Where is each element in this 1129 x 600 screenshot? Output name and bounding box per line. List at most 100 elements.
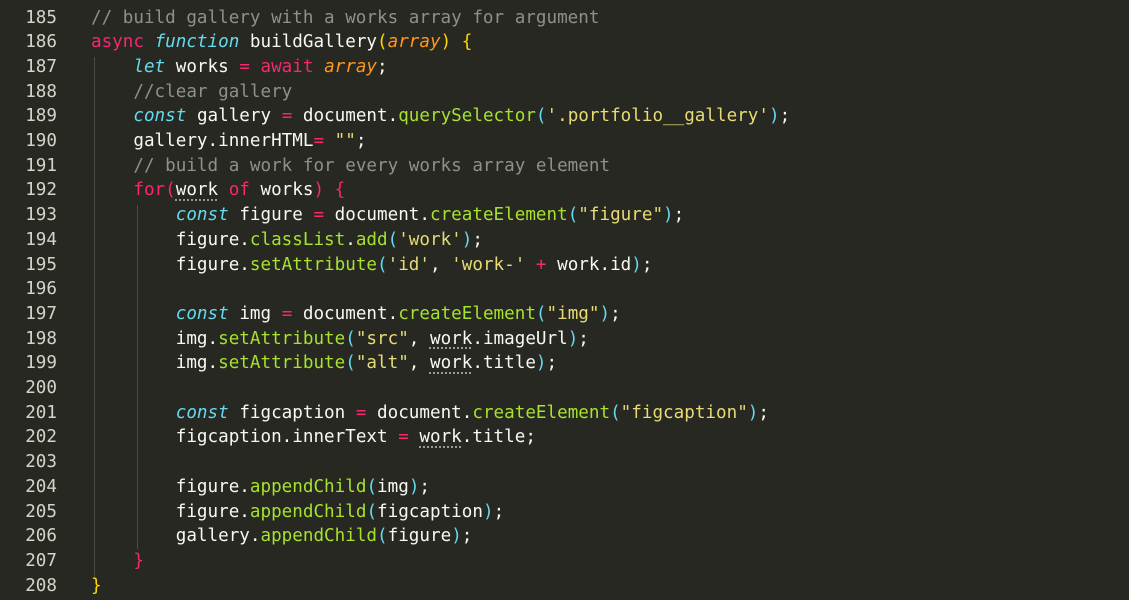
line-number: 202 bbox=[25, 427, 57, 448]
code-line[interactable]: 188 //clear gallery bbox=[0, 80, 1129, 105]
code-token: ) { bbox=[440, 32, 473, 53]
code-line[interactable]: 206 gallery.appendChild(figure); bbox=[0, 524, 1129, 549]
code-token: , bbox=[408, 328, 430, 349]
code-token: ( bbox=[610, 402, 621, 423]
line-number: 207 bbox=[25, 550, 57, 571]
code-text: figcaption.innerText = work.title; bbox=[91, 425, 536, 450]
code-token: "img" bbox=[546, 303, 600, 324]
code-text: let works = await array; bbox=[91, 55, 388, 80]
code-token: ) bbox=[631, 254, 642, 275]
code-token: ; bbox=[610, 303, 621, 324]
code-token: gallery bbox=[196, 106, 282, 127]
code-text: figure.classList.add('work'); bbox=[91, 228, 483, 253]
code-token: "alt" bbox=[355, 353, 409, 374]
code-text: img.setAttribute("alt", work.title); bbox=[91, 351, 557, 376]
code-line[interactable]: 204 figure.appendChild(img); bbox=[0, 475, 1129, 500]
code-token: figure. bbox=[175, 476, 250, 497]
code-editor[interactable]: 185 // build gallery with a works array f… bbox=[0, 0, 1129, 600]
code-token: await bbox=[260, 56, 325, 77]
code-line[interactable]: 194 figure.classList.add('work'); bbox=[0, 228, 1129, 253]
line-number: 188 bbox=[25, 81, 57, 102]
line-number: 201 bbox=[25, 402, 57, 423]
code-token: "src" bbox=[355, 328, 409, 349]
code-text: for(work of works) { bbox=[91, 178, 345, 203]
line-number: 194 bbox=[25, 229, 57, 250]
code-token: img. bbox=[175, 328, 219, 349]
code-token: appendChild bbox=[260, 526, 378, 547]
code-line[interactable]: 201 const figcaption = document.createEl… bbox=[0, 401, 1129, 426]
code-token: figure. bbox=[175, 254, 250, 275]
code-token: 'work' bbox=[398, 229, 462, 250]
code-line[interactable]: 185 // build gallery with a works array f… bbox=[0, 6, 1129, 31]
code-line[interactable]: 190 gallery.innerHTML= ""; bbox=[0, 129, 1129, 154]
code-text: // build a work for every works array el… bbox=[91, 154, 610, 179]
code-token: setAttribute bbox=[249, 254, 378, 275]
code-line[interactable]: 200 bbox=[0, 376, 1129, 401]
code-line[interactable]: 195 figure.setAttribute('id', 'work-' + … bbox=[0, 253, 1129, 278]
code-token: ) bbox=[663, 205, 674, 226]
code-line[interactable]: 202 figcaption.innerText = work.title; bbox=[0, 425, 1129, 450]
code-token: // build gallery with a works array for … bbox=[91, 7, 600, 28]
code-text: img.setAttribute("src", work.imageUrl); bbox=[91, 327, 589, 352]
line-number: 193 bbox=[25, 205, 57, 226]
code-token: document. bbox=[302, 303, 399, 324]
line-number: 198 bbox=[25, 328, 57, 349]
code-token: async bbox=[91, 32, 155, 53]
line-number: 190 bbox=[25, 131, 57, 151]
code-line[interactable]: 191 // build a work for every works arra… bbox=[0, 154, 1129, 179]
code-token: figure bbox=[239, 205, 314, 226]
code-text: figure.appendChild(img); bbox=[91, 475, 430, 500]
code-token: work bbox=[429, 328, 473, 349]
line-number: 185 bbox=[25, 7, 57, 28]
code-token: setAttribute bbox=[218, 353, 346, 374]
code-text: gallery.appendChild(figure); bbox=[91, 524, 473, 549]
code-token: , bbox=[429, 254, 452, 275]
code-line[interactable]: 196 bbox=[0, 277, 1129, 302]
code-line[interactable]: 207 } bbox=[0, 549, 1129, 574]
code-line[interactable]: 186 async function buildGallery(array) { bbox=[0, 30, 1129, 55]
code-token: createElement bbox=[430, 205, 568, 226]
code-token: ( bbox=[377, 526, 388, 547]
code-line[interactable]: 199 img.setAttribute("alt", work.title); bbox=[0, 351, 1129, 376]
code-token: ; bbox=[779, 106, 791, 127]
code-token: = bbox=[313, 205, 335, 226]
code-token: ) bbox=[567, 328, 579, 349]
code-text: figure.appendChild(figcaption); bbox=[91, 500, 504, 525]
code-line[interactable]: 192 for(work of works) { bbox=[0, 178, 1129, 203]
code-line[interactable]: 189 const gallery = document.querySelect… bbox=[0, 104, 1129, 129]
code-line[interactable]: 203 bbox=[0, 450, 1129, 475]
code-token: ( bbox=[535, 303, 547, 324]
code-line[interactable]: 193 const figure = document.createElemen… bbox=[0, 203, 1129, 228]
code-token: "figure" bbox=[578, 205, 664, 226]
code-token: ) bbox=[482, 501, 494, 522]
code-token: 'work-' bbox=[451, 254, 526, 275]
code-line[interactable]: 208} bbox=[0, 574, 1129, 599]
code-line[interactable]: 205 figure.appendChild(figcaption); bbox=[0, 500, 1129, 525]
code-token: figcaption bbox=[239, 402, 356, 423]
code-token: ; bbox=[377, 56, 388, 77]
code-line[interactable]: 197 const img = document.createElement("… bbox=[0, 302, 1129, 327]
code-token: .title; bbox=[461, 427, 536, 448]
code-text: // build gallery with a works array for … bbox=[91, 6, 599, 31]
code-line[interactable]: 198 img.setAttribute("src", work.imageUr… bbox=[0, 327, 1129, 352]
code-token: classList bbox=[249, 229, 346, 250]
code-token: ) { bbox=[313, 180, 346, 201]
code-text: } bbox=[91, 549, 144, 574]
code-token: work bbox=[419, 427, 462, 448]
code-line[interactable]: 187 let works = await array; bbox=[0, 55, 1129, 80]
code-token: ( bbox=[377, 32, 388, 53]
code-token: ; bbox=[355, 131, 367, 151]
